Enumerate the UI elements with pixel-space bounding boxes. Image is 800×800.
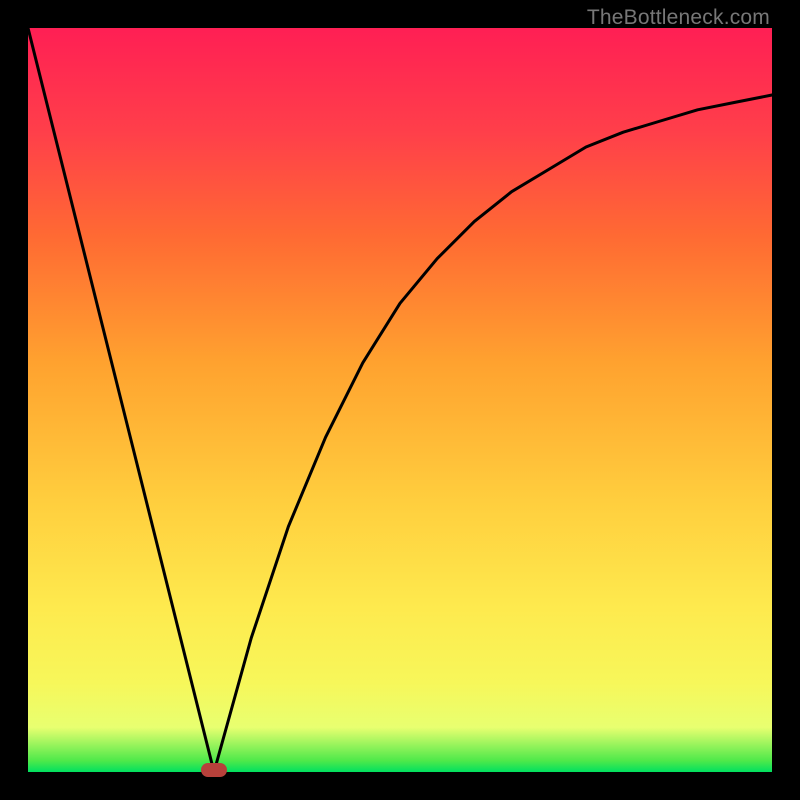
- chart-frame: TheBottleneck.com: [0, 0, 800, 800]
- bottleneck-curve: [28, 28, 772, 772]
- min-marker: [201, 763, 227, 777]
- plot-area: [28, 28, 772, 772]
- watermark-text: TheBottleneck.com: [587, 6, 770, 30]
